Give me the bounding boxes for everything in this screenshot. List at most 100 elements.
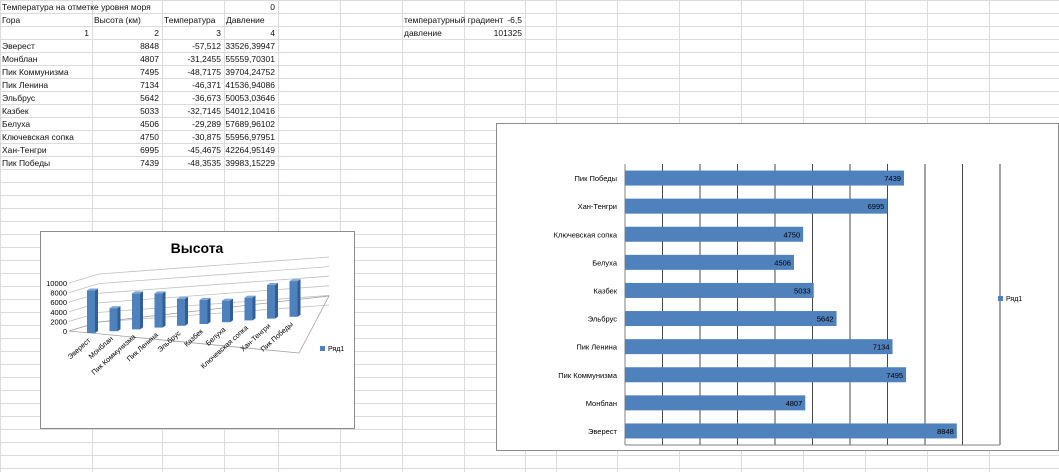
- y-category-label: Пик Ленина: [576, 343, 618, 352]
- temperature-cell[interactable]: -36,673: [162, 92, 221, 104]
- bar-5[interactable]: [625, 282, 814, 298]
- temperature-cell[interactable]: -48,3535: [162, 157, 221, 169]
- bar-data-label: 6995: [868, 202, 885, 211]
- pressure-cell[interactable]: 39704,24752: [224, 66, 275, 78]
- temperature-cell[interactable]: -32,7145: [162, 105, 221, 117]
- index-cell[interactable]: 2: [92, 27, 159, 39]
- bar-data-label: 7439: [884, 174, 901, 183]
- y-category-label: Эльбрус: [588, 315, 617, 324]
- pressure-cell[interactable]: 42264,95149: [224, 144, 275, 156]
- index-cell[interactable]: 3: [162, 27, 221, 39]
- height-cell[interactable]: 5642: [92, 92, 159, 104]
- temperature-cell[interactable]: -48,7175: [162, 66, 221, 78]
- mountain-name-cell[interactable]: Пик Победы: [2, 157, 50, 169]
- temperature-cell[interactable]: -46,371: [162, 79, 221, 91]
- y-category-label: Эверест: [588, 427, 618, 436]
- column-4[interactable]: [177, 296, 188, 326]
- y-tick-label: 10000: [46, 279, 67, 288]
- bar-7[interactable]: [625, 226, 804, 242]
- x-category-label: Казбек: [182, 326, 205, 348]
- column-7[interactable]: [244, 295, 256, 321]
- height-cell[interactable]: 4750: [92, 131, 159, 143]
- height-cell[interactable]: 7439: [92, 157, 159, 169]
- bar-data-label: 7495: [886, 371, 903, 380]
- mountain-name-cell[interactable]: Эверест: [2, 40, 35, 52]
- mountain-name-cell[interactable]: Белуха: [2, 118, 30, 130]
- mountain-name-cell[interactable]: Эльбрус: [2, 92, 35, 104]
- mountain-name-cell[interactable]: Казбек: [2, 105, 29, 117]
- column-5[interactable]: [199, 297, 211, 324]
- cell-sea-level-temp-label[interactable]: Температура на отметке уровня моря: [2, 1, 151, 13]
- mountain-name-cell[interactable]: Монблан: [2, 53, 37, 65]
- pressure-cell[interactable]: 41536,94086: [224, 79, 275, 91]
- height-bar-chart[interactable]: 8848 Эверест 4807 Монблан 7495 Пик Коммунизма…: [496, 123, 1059, 451]
- bar-data-label: 5033: [794, 286, 811, 295]
- mountain-name-cell[interactable]: Пик Ленина: [2, 79, 48, 91]
- bar-data-label: 7134: [873, 343, 890, 352]
- column-0[interactable]: [87, 288, 98, 333]
- temperature-cell[interactable]: -30,875: [162, 131, 221, 143]
- header-cell[interactable]: Температура: [164, 14, 215, 26]
- bar-3[interactable]: [625, 339, 893, 355]
- bar-9[interactable]: [625, 170, 904, 186]
- height-cell[interactable]: 4506: [92, 118, 159, 130]
- height-cell[interactable]: 7495: [92, 66, 159, 78]
- bar-2[interactable]: [625, 367, 907, 383]
- header-cell[interactable]: Высота (км): [94, 14, 141, 26]
- bar-data-label: 4807: [786, 399, 803, 408]
- column-1[interactable]: [109, 306, 121, 332]
- column-9[interactable]: [289, 279, 301, 317]
- height-cell[interactable]: 8848: [92, 40, 159, 52]
- pressure-cell[interactable]: 55559,70301: [224, 53, 275, 65]
- height-bar-chart-svg: 8848 Эверест 4807 Монблан 7495 Пик Коммунизма…: [554, 164, 1022, 446]
- bar-8[interactable]: [625, 198, 888, 214]
- mountain-name-cell[interactable]: Ключевская сопка: [2, 131, 74, 143]
- height-cell[interactable]: 6995: [92, 144, 159, 156]
- mountain-name-cell[interactable]: Пик Коммунизма: [2, 66, 69, 78]
- bar-4[interactable]: [625, 311, 837, 327]
- pressure-cell[interactable]: 33526,39947: [224, 40, 275, 52]
- bar-data-label: 4506: [774, 258, 791, 267]
- y-tick-label: 6000: [50, 298, 67, 307]
- index-cell[interactable]: 1: [0, 27, 89, 39]
- pressure-cell[interactable]: 39983,15229: [224, 157, 275, 169]
- chart-legend: Ряд1: [998, 296, 1022, 303]
- y-category-label: Казбек: [594, 286, 618, 295]
- height-chart-3d[interactable]: Высота 10000 8000 6000 4000 2000 0 Эверест Монбл…: [40, 231, 355, 429]
- cell-sea-level-temp-value[interactable]: 0: [224, 1, 275, 13]
- temperature-cell[interactable]: -31,2455: [162, 53, 221, 65]
- column-6[interactable]: [222, 298, 233, 323]
- bar-6[interactable]: [625, 254, 794, 270]
- gradient-value-cell[interactable]: -6,5: [464, 14, 522, 26]
- height-cell[interactable]: 4807: [92, 53, 159, 65]
- column-3[interactable]: [154, 291, 166, 328]
- mountain-name-cell[interactable]: Хан-Тенгри: [2, 144, 47, 156]
- y-tick-label: 8000: [50, 289, 67, 298]
- bar-1[interactable]: [625, 395, 806, 411]
- temperature-cell[interactable]: -29,289: [162, 118, 221, 130]
- pressure-value-cell[interactable]: 101325: [464, 27, 522, 39]
- temperature-cell[interactable]: -45,4675: [162, 144, 221, 156]
- header-cell[interactable]: Гора: [2, 14, 20, 26]
- y-category-label: Пик Коммунизма: [558, 371, 618, 380]
- y-category-label: Ключевская сопка: [554, 230, 618, 239]
- column-2[interactable]: [132, 291, 143, 330]
- y-category-label: Пик Победы: [575, 174, 618, 183]
- y-category-label: Монблан: [586, 399, 617, 408]
- column-8[interactable]: [267, 283, 278, 319]
- pressure-cell[interactable]: 50053,03646: [224, 92, 275, 104]
- y-tick-label: 4000: [50, 308, 67, 317]
- pressure-cell[interactable]: 57689,96102: [224, 118, 275, 130]
- index-cell[interactable]: 4: [224, 27, 275, 39]
- height-cell[interactable]: 7134: [92, 79, 159, 91]
- chart-title: Высота: [171, 240, 224, 256]
- height-cell[interactable]: 5033: [92, 105, 159, 117]
- bar-data-label: 4750: [783, 230, 800, 239]
- pressure-cell[interactable]: 55956,97951: [224, 131, 275, 143]
- temperature-cell[interactable]: -57,512: [162, 40, 221, 52]
- y-tick-label: 0: [63, 327, 67, 336]
- pressure-label-cell[interactable]: давление: [404, 27, 442, 39]
- pressure-cell[interactable]: 54012,10416: [224, 105, 275, 117]
- header-cell[interactable]: Давление: [226, 14, 265, 26]
- bar-0[interactable]: [625, 423, 957, 439]
